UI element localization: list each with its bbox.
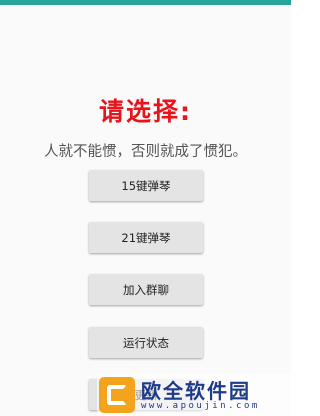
status-bar [0, 0, 291, 5]
app-screen: 请选择: 人就不能惯，否则就成了惯犯。 15键弹琴 21键弹琴 加入群聊 运行状… [0, 0, 291, 416]
site-watermark: 欧全软件园 www.apoujin.com [97, 374, 291, 416]
page-subtitle: 人就不能惯，否则就成了惯犯。 [44, 144, 247, 160]
piano-15-keys-button[interactable]: 15键弹琴 [89, 170, 203, 201]
watermark-logo-icon [99, 377, 135, 413]
page-title: 请选择: [99, 97, 192, 126]
watermark-title: 欧全软件园 [141, 379, 251, 403]
watermark-url: www.apoujin.com [141, 401, 260, 411]
join-group-chat-button[interactable]: 加入群聊 [89, 274, 203, 305]
run-status-button[interactable]: 运行状态 [89, 327, 203, 358]
piano-21-keys-button[interactable]: 21键弹琴 [89, 222, 203, 253]
